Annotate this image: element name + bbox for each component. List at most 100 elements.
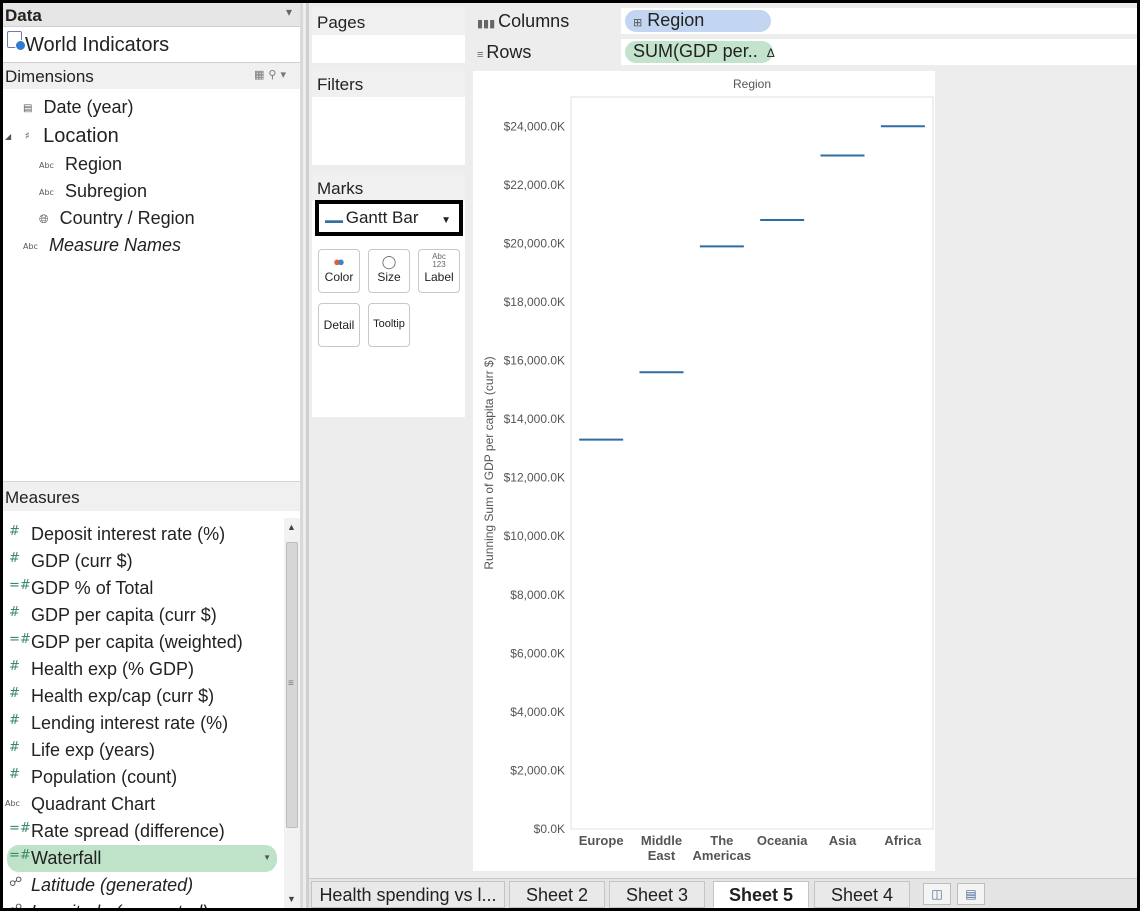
grip-icon: ≡ — [288, 678, 294, 689]
x-tick-label: Europe — [579, 833, 624, 848]
datasource-item[interactable]: World Indicators — [3, 27, 300, 63]
abc-icon: Abc — [5, 799, 20, 808]
y-tick-label: $0.0K — [534, 822, 565, 836]
measure-item[interactable]: ☍Longitude (generated) — [3, 899, 279, 908]
globe-icon: ☍ — [9, 875, 23, 890]
chart-title: Region — [733, 77, 771, 91]
chevron-down-icon[interactable]: ▼ — [263, 853, 271, 862]
dimension-item-region[interactable]: Abc Region — [39, 154, 122, 175]
pane-divider[interactable] — [306, 3, 309, 908]
y-tick-label: $6,000.0K — [510, 646, 565, 660]
sheet-tab[interactable]: Sheet 2 — [509, 881, 605, 908]
calendar-icon: ▤ — [23, 102, 33, 114]
gantt-chart: Region $0.0K $2,000.0K $4,000.0K $6,000.0K $8… — [482, 77, 934, 863]
measure-icon: # — [9, 524, 20, 539]
measure-item[interactable]: # Life exp (years) — [3, 737, 279, 764]
rows-shelf[interactable]: SUM(GDP per.. Δ — [621, 39, 1137, 65]
collapse-arrow-icon[interactable]: ◢ — [5, 132, 11, 141]
delta-icon: Δ — [766, 46, 775, 60]
dropdown-icon[interactable]: ▾ — [280, 69, 290, 81]
measure-item[interactable]: Abc Quadrant Chart — [3, 791, 279, 818]
chart-area: Region $0.0K $2,000.0K $4,000.0K $6,000.0K $8… — [473, 71, 935, 871]
sheet-tab[interactable]: Sheet 4 — [814, 881, 910, 908]
sheet-tab[interactable]: Health spending vs l... — [311, 881, 505, 908]
columns-pill-region[interactable]: ⊞ Region — [625, 10, 771, 32]
measure-icon: =# — [9, 578, 31, 593]
data-pane-header: Data ▾ — [3, 3, 300, 27]
rows-icon: ≡ — [477, 49, 484, 61]
tooltip-button[interactable]: Tooltip — [368, 303, 410, 347]
datasource-label: World Indicators — [25, 34, 170, 56]
measure-item[interactable]: # Population (count) — [3, 764, 279, 791]
x-tick-label: East — [648, 848, 676, 863]
y-tick-label: $2,000.0K — [510, 763, 565, 777]
y-tick-label: $16,000.0K — [504, 354, 565, 368]
measure-item[interactable]: # Health exp (% GDP) — [3, 656, 279, 683]
measure-icon: # — [9, 605, 20, 620]
measure-item[interactable]: =# GDP per capita (weighted) — [3, 629, 279, 656]
pages-card[interactable]: Pages — [312, 7, 465, 63]
label-button[interactable]: Abc 123 Label — [418, 249, 460, 293]
gantt-bar-icon: ▬▬ — [325, 215, 343, 225]
filters-title: Filters — [312, 69, 465, 97]
abc-icon: Abc — [39, 160, 54, 170]
measure-item[interactable]: ☍ Latitude (generated) — [3, 872, 279, 899]
dimension-item-subregion[interactable]: Abc Subregion — [39, 181, 147, 202]
mark-type-dropdown[interactable]: ▬▬ Gantt Bar ▼ — [315, 200, 463, 236]
rows-pill-gdp[interactable]: SUM(GDP per.. Δ — [625, 41, 775, 63]
new-dashboard-icon[interactable]: ▤ — [957, 883, 985, 905]
measure-icon: # — [9, 713, 20, 728]
sheet-tab[interactable]: Sheet 5 — [713, 881, 809, 908]
datasource-icon — [7, 31, 26, 51]
sheet-tab[interactable]: Sheet 3 — [609, 881, 705, 908]
marks-card: Marks ▬▬ Gantt Bar ▼ ●● Color ◯ Size Abc… — [312, 173, 465, 417]
measure-icon: # — [9, 659, 20, 674]
measure-item[interactable]: # Lending interest rate (%) — [3, 710, 279, 737]
abc-icon: Abc — [39, 187, 54, 197]
grid-view-icon[interactable]: ▦ — [254, 69, 268, 81]
y-tick-label: $24,000.0K — [504, 119, 565, 133]
search-icon[interactable]: ⚲ — [268, 69, 280, 81]
measures-scrollbar[interactable]: ▲ ≡ ▼ — [284, 518, 300, 908]
measure-item[interactable]: =# Waterfall ▼ — [7, 845, 277, 872]
tableau-window: Data ▾ World Indicators Dimensions ▦⚲▾ ▤… — [3, 3, 1137, 908]
sheet-tab-bar: Health spending vs l... Sheet 2 Sheet 3 She… — [309, 878, 1137, 908]
plot-area — [570, 96, 934, 830]
measure-item[interactable]: =# GDP % of Total — [3, 575, 279, 602]
dimension-item-measure-names[interactable]: Abc Measure Names — [23, 235, 181, 256]
measure-item[interactable]: =# Rate spread (difference) — [3, 818, 279, 845]
columns-shelf[interactable]: ⊞ Region — [621, 8, 1137, 34]
measure-item[interactable]: # GDP per capita (curr $) — [3, 602, 279, 629]
chevron-down-icon: ▼ — [441, 215, 451, 226]
y-tick-label: $18,000.0K — [504, 295, 565, 309]
measure-icon: # — [9, 740, 20, 755]
y-tick-label: $14,000.0K — [504, 412, 565, 426]
color-button[interactable]: ●● Color — [318, 249, 360, 293]
measure-icon: =# — [9, 848, 31, 863]
filters-card[interactable]: Filters — [312, 69, 465, 165]
size-button[interactable]: ◯ Size — [368, 249, 410, 293]
expand-plus-icon[interactable]: ⊞ — [633, 17, 642, 29]
measure-icon: # — [9, 767, 20, 782]
new-worksheet-icon[interactable]: ◫ — [923, 883, 951, 905]
columns-shelf-label: ▮▮▮ Columns — [473, 8, 621, 34]
detail-button[interactable]: Detail — [318, 303, 360, 347]
measure-item[interactable]: # Health exp/cap (curr $) — [3, 683, 279, 710]
dimension-item-location[interactable]: ◢ ♯ Location — [5, 125, 119, 148]
dimensions-label: Dimensions — [5, 67, 94, 86]
x-tick-label: Oceania — [757, 833, 808, 848]
dimensions-tools[interactable]: ▦⚲▾ — [254, 68, 290, 81]
measure-icon: # — [9, 686, 20, 701]
y-tick-label: $10,000.0K — [504, 529, 565, 543]
measure-item[interactable]: # GDP (curr $) — [3, 548, 279, 575]
dimension-item-date[interactable]: ▤ Date (year) — [23, 97, 134, 118]
globe-icon: ☍ — [9, 902, 22, 908]
measure-item[interactable]: # Deposit interest rate (%) — [3, 521, 279, 548]
rows-shelf-label: ≡ Rows — [473, 39, 621, 65]
dimension-item-country[interactable]: 🌐︎ Country / Region — [39, 208, 195, 229]
measures-list: # Deposit interest rate (%) # GDP (curr $) =… — [3, 518, 283, 908]
size-icon: ◯ — [381, 254, 397, 269]
scroll-up-icon[interactable]: ▲ — [287, 522, 296, 532]
scroll-down-icon[interactable]: ▼ — [287, 894, 296, 904]
pin-icon[interactable]: ▾ — [286, 5, 292, 19]
